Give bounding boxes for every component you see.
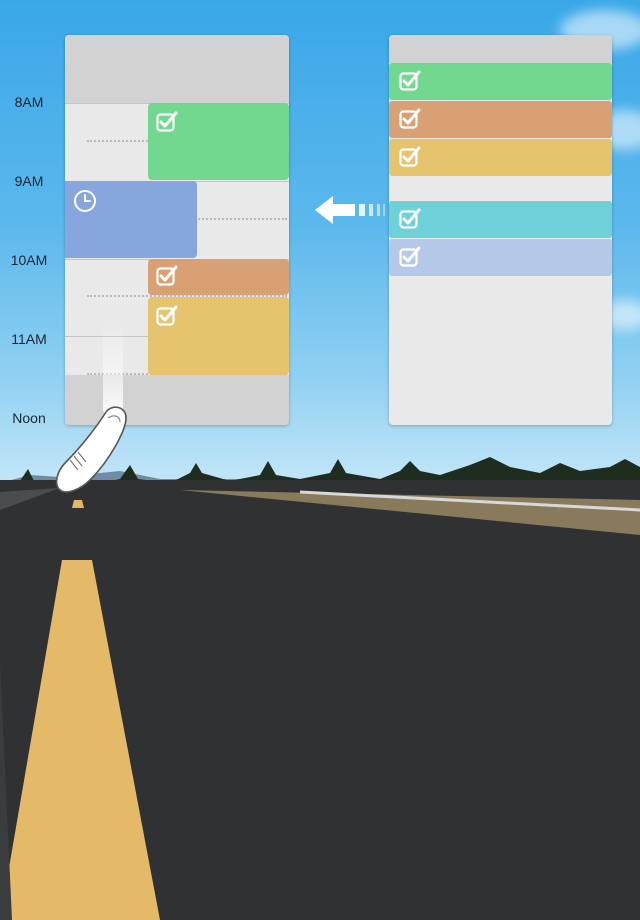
calendar-header: [65, 35, 289, 103]
road: [0, 480, 640, 920]
check-icon: [156, 265, 178, 286]
clock-icon: [74, 190, 96, 212]
task-list-panel: [389, 35, 612, 425]
check-icon: [399, 70, 421, 91]
check-icon: [156, 305, 178, 326]
time-label-10am: 10AM: [10, 252, 48, 268]
check-icon: [399, 208, 421, 229]
task-item[interactable]: [389, 63, 612, 100]
task-item[interactable]: [389, 201, 612, 238]
time-label-9am: 9AM: [14, 173, 44, 189]
check-icon: [156, 111, 178, 132]
check-icon: [399, 146, 421, 167]
drag-arrow-icon: [315, 196, 385, 224]
task-item[interactable]: [389, 101, 612, 138]
calendar-event-task[interactable]: [148, 103, 289, 180]
task-item[interactable]: [389, 239, 612, 276]
task-item[interactable]: [389, 139, 612, 176]
calendar-event-task[interactable]: [148, 259, 289, 295]
finger-icon: [55, 320, 127, 493]
check-icon: [399, 246, 421, 267]
calendar-event-task[interactable]: [148, 297, 289, 375]
check-icon: [399, 108, 421, 129]
task-list-header: [389, 35, 612, 63]
time-label-8am: 8AM: [14, 94, 44, 110]
calendar-event-appointment[interactable]: [65, 181, 197, 258]
